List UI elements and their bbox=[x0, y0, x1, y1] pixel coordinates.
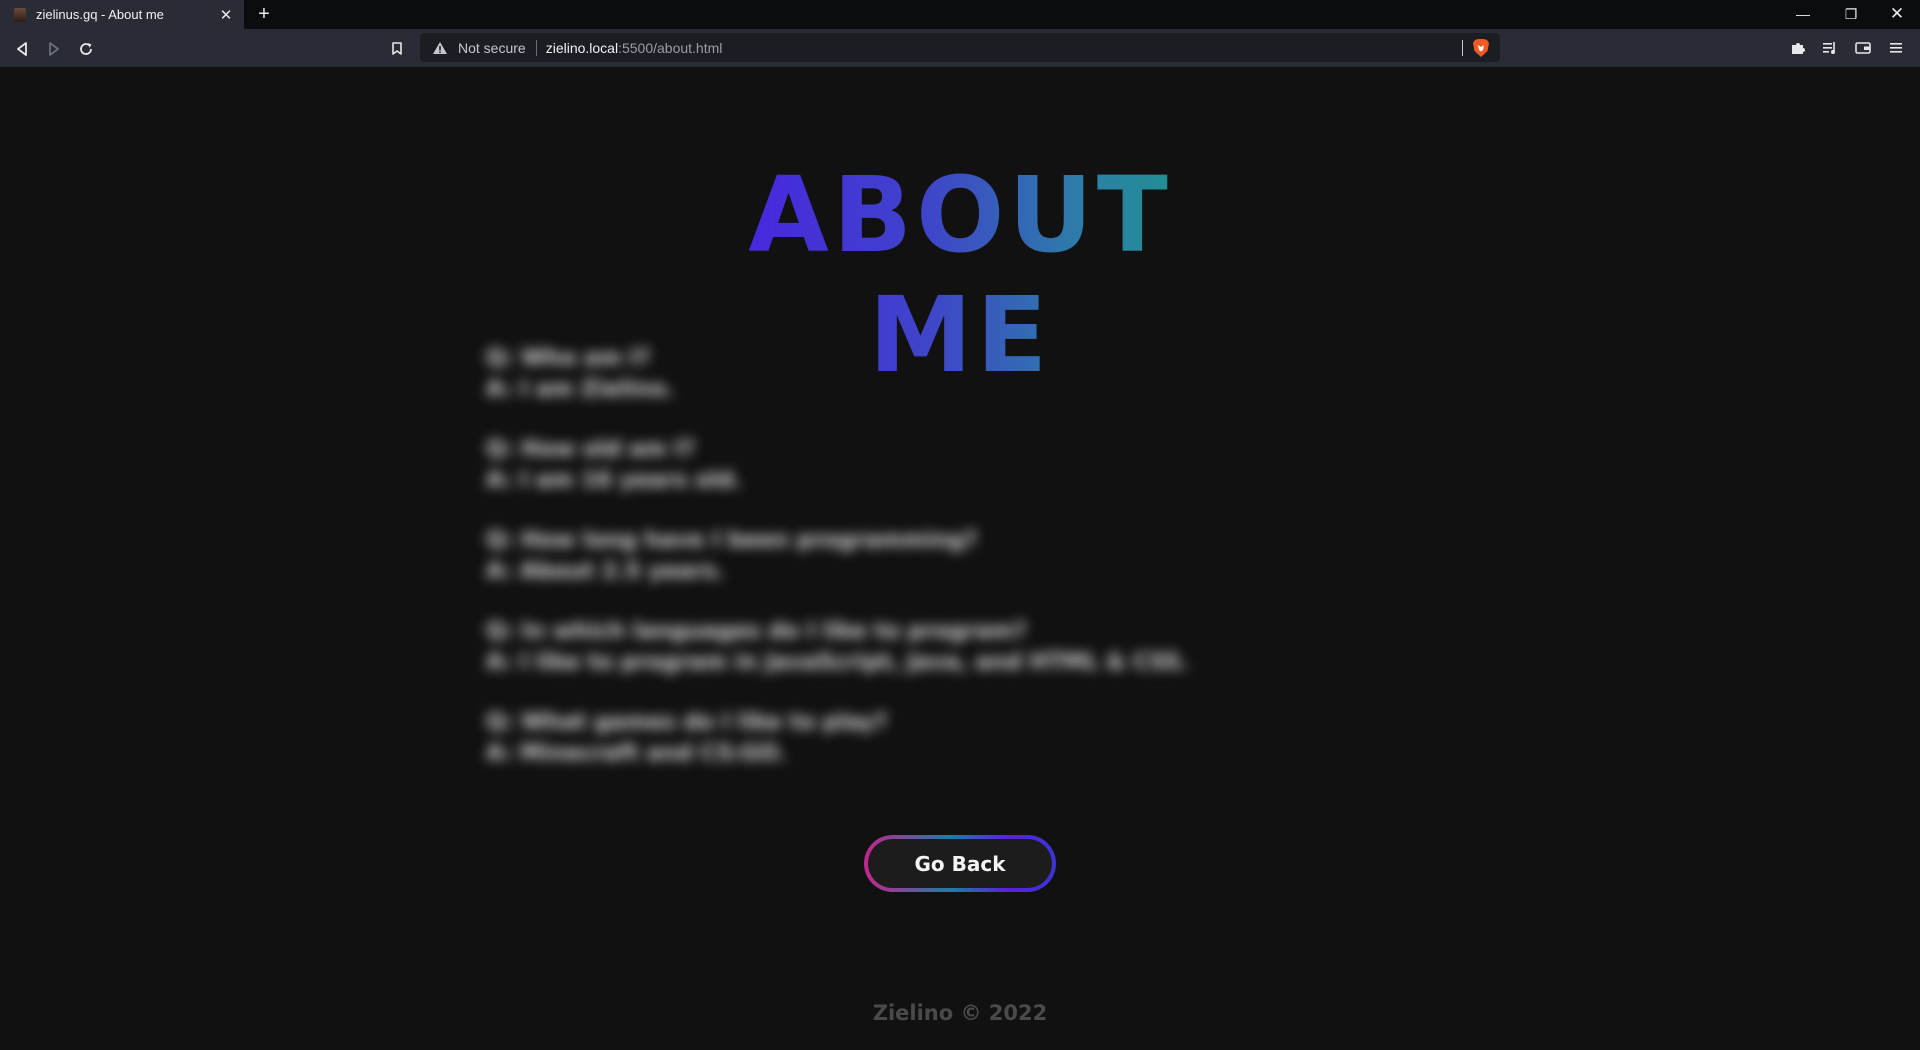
answer-text: A: Minecraft and CS:GO. bbox=[486, 741, 787, 766]
new-tab-button[interactable]: + bbox=[254, 3, 274, 25]
question-text: Q: How old am I? bbox=[486, 437, 696, 462]
menu-button[interactable] bbox=[1885, 37, 1907, 59]
address-divider bbox=[535, 39, 537, 56]
bookmark-icon bbox=[392, 42, 402, 55]
footer-copyright: Zielino © 2022 bbox=[872, 1001, 1048, 1025]
warning-triangle-icon[interactable] bbox=[432, 41, 448, 55]
browser-toolbar: Not secure zielino.local:5500/about.html bbox=[0, 29, 1920, 67]
question-text: Q: Who am I? bbox=[486, 346, 651, 371]
puzzle-icon bbox=[1792, 43, 1805, 54]
window-restore-button[interactable]: ❐ bbox=[1836, 4, 1866, 24]
not-secure-label[interactable]: Not secure bbox=[458, 40, 526, 56]
back-arrow-icon bbox=[17, 42, 27, 56]
page-viewport: ABOUT ME Q: Who am I? A: I am Zielino. Q… bbox=[0, 67, 1920, 1050]
tab-about-me[interactable]: zielinus.gq - About me ✕ bbox=[0, 0, 244, 29]
answer-text: A: About 2.5 years. bbox=[486, 559, 725, 584]
qa-item: Q: What games do I like to play? A: Mine… bbox=[486, 707, 1246, 769]
forward-button[interactable] bbox=[43, 38, 65, 60]
playlist-icon bbox=[1823, 42, 1835, 54]
tab-strip: zielinus.gq - About me ✕ + — ❐ ✕ bbox=[0, 0, 1920, 29]
qa-item: Q: Who am I? A: I am Zielino. bbox=[486, 343, 1246, 405]
forward-arrow-icon bbox=[49, 42, 59, 56]
hamburger-menu-icon bbox=[1890, 43, 1902, 53]
address-right-divider bbox=[1462, 40, 1463, 56]
question-text: Q: How long have I been programming? bbox=[486, 528, 978, 553]
answer-text: A: I am Zielino. bbox=[486, 377, 674, 402]
qa-list: Q: Who am I? A: I am Zielino. Q: How old… bbox=[486, 343, 1246, 798]
qa-item: Q: In which languages do I like to progr… bbox=[486, 616, 1246, 678]
reload-icon bbox=[80, 43, 92, 55]
go-back-label[interactable]: Go Back bbox=[868, 839, 1052, 888]
question-text: Q: What games do I like to play? bbox=[486, 710, 888, 735]
question-text: Q: In which languages do I like to progr… bbox=[486, 619, 1027, 644]
answer-text: A: I like to program in JavaScript, Java… bbox=[486, 650, 1189, 675]
media-button[interactable] bbox=[1819, 37, 1841, 59]
qa-item: Q: How long have I been programming? A: … bbox=[486, 525, 1246, 587]
answer-text: A: I am 16 years old. bbox=[486, 468, 742, 493]
extensions-button[interactable] bbox=[1787, 37, 1809, 59]
url-path: :5500/about.html bbox=[618, 39, 723, 56]
brave-shields-icon[interactable] bbox=[1472, 38, 1490, 58]
qa-item: Q: How old am I? A: I am 16 years old. bbox=[486, 434, 1246, 496]
wallet-button[interactable] bbox=[1852, 37, 1874, 59]
site-favicon-icon bbox=[14, 7, 26, 22]
back-button[interactable] bbox=[11, 38, 33, 60]
window-minimize-button[interactable]: — bbox=[1788, 4, 1818, 24]
bookmark-button[interactable] bbox=[386, 38, 408, 60]
go-back-button[interactable]: Go Back bbox=[864, 835, 1056, 892]
url-host: zielino.local bbox=[545, 39, 619, 56]
tab-title: zielinus.gq - About me bbox=[36, 7, 164, 22]
reload-button[interactable] bbox=[75, 38, 97, 60]
address-bar[interactable]: Not secure zielino.local:5500/about.html bbox=[420, 33, 1500, 62]
wallet-icon bbox=[1855, 42, 1871, 54]
window-close-button[interactable]: ✕ bbox=[1882, 4, 1912, 24]
tab-close-icon[interactable]: ✕ bbox=[218, 6, 234, 24]
